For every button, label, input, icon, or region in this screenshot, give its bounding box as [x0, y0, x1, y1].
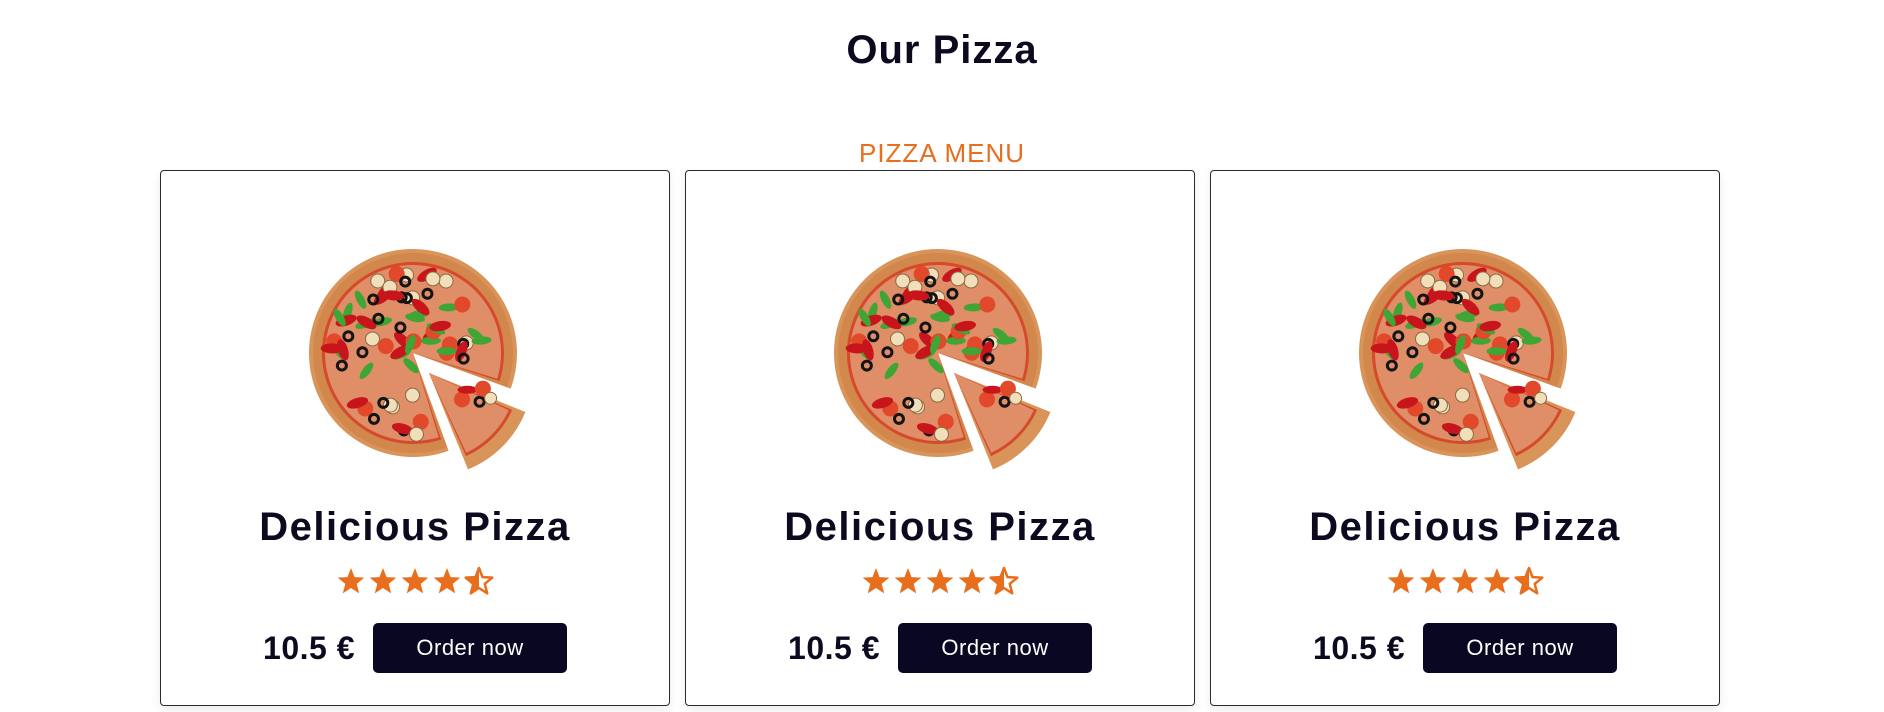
pizza-icon — [1358, 248, 1576, 470]
star-half-icon — [1514, 566, 1544, 595]
star-full-icon — [1451, 568, 1479, 594]
star-rating — [1211, 565, 1719, 599]
price-row: 10.5 € Order now — [161, 622, 669, 674]
star-rating — [161, 565, 669, 599]
pizza-image — [1341, 229, 1593, 481]
pizza-card: Delicious Pizza 10.5 € Order now — [160, 170, 670, 706]
pizza-name: Delicious Pizza — [259, 505, 571, 549]
star-full-icon — [894, 568, 922, 594]
star-full-icon — [433, 568, 461, 594]
pizza-icon — [308, 248, 526, 470]
price-row: 10.5 € Order now — [1211, 622, 1719, 674]
star-full-icon — [1419, 568, 1447, 594]
star-full-icon — [401, 568, 429, 594]
page-title: Our Pizza — [846, 28, 1038, 72]
page: Our Pizza PIZZA MENU Delicious Pizza 10.… — [0, 0, 1884, 712]
order-now-button[interactable]: Order now — [372, 623, 567, 673]
pizza-card: Delicious Pizza 10.5 € Order now — [1210, 170, 1720, 706]
stars-svg — [337, 566, 494, 595]
price: 10.5 € — [263, 629, 355, 666]
star-half-icon — [464, 566, 494, 595]
star-full-icon — [862, 568, 890, 594]
stars-svg — [862, 566, 1019, 595]
pizza-name: Delicious Pizza — [784, 505, 1096, 549]
pizza-card: Delicious Pizza 10.5 € Order now — [685, 170, 1195, 706]
star-rating — [686, 565, 1194, 599]
pizza-image — [816, 229, 1068, 481]
price: 10.5 € — [1313, 629, 1405, 666]
price-row: 10.5 € Order now — [686, 622, 1194, 674]
star-full-icon — [958, 568, 986, 594]
pizza-name: Delicious Pizza — [1309, 505, 1621, 549]
pizza-card-list: Delicious Pizza 10.5 € Order now Delicio… — [160, 170, 1724, 708]
order-now-button[interactable]: Order now — [1422, 623, 1617, 673]
star-full-icon — [1483, 568, 1511, 594]
star-full-icon — [1387, 568, 1415, 594]
price: 10.5 € — [788, 629, 880, 666]
star-half-icon — [989, 566, 1019, 595]
star-full-icon — [337, 568, 365, 594]
star-full-icon — [926, 568, 954, 594]
pizza-icon — [833, 248, 1051, 470]
star-full-icon — [369, 568, 397, 594]
order-now-button[interactable]: Order now — [897, 623, 1092, 673]
pizza-image — [291, 229, 543, 481]
stars-svg — [1387, 566, 1544, 595]
section-label: PIZZA MENU — [858, 138, 1025, 168]
